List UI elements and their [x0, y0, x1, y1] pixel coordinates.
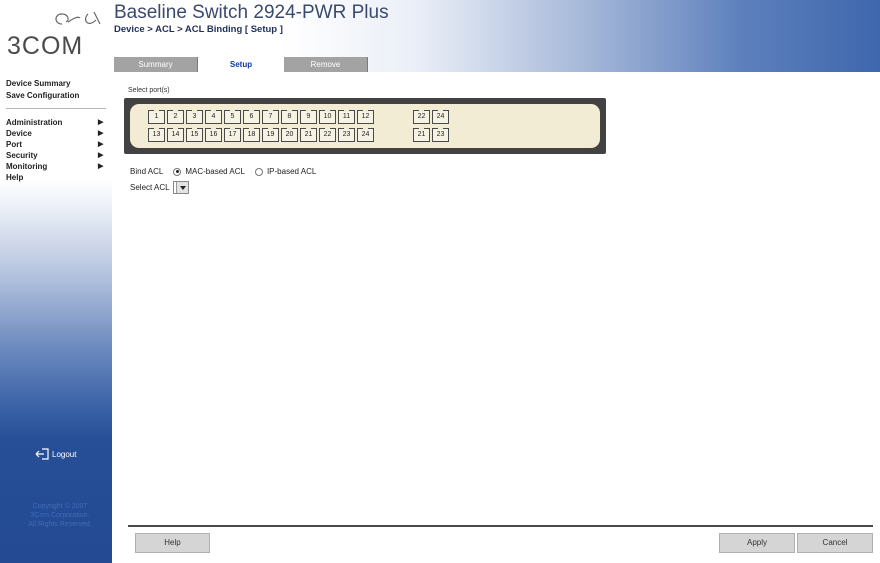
tab-bar: Summary Setup Remove — [112, 57, 880, 72]
breadcrumb: Device > ACL > ACL Binding [ Setup ] — [114, 24, 283, 35]
port-9[interactable]: 9 — [300, 110, 317, 124]
uplink-port-24[interactable]: 24 — [432, 110, 449, 124]
sidebar: 3COM Device Summary Save Configuration A… — [0, 0, 112, 563]
select-acl-dropdown[interactable] — [172, 181, 189, 194]
ip-based-acl-radio[interactable] — [254, 167, 263, 176]
uplink-port-23[interactable]: 23 — [432, 128, 449, 142]
page-title: Baseline Switch 2924-PWR Plus — [114, 2, 389, 23]
3com-logo-swirl-icon — [55, 11, 101, 25]
sidebar-item-port[interactable]: Port ▶ — [6, 139, 110, 150]
chevron-right-icon: ▶ — [98, 130, 104, 137]
logout-icon — [35, 448, 49, 460]
logout-label: Logout — [52, 449, 77, 459]
logo-text: 3COM — [7, 32, 84, 60]
tab-setup[interactable]: Setup — [199, 57, 283, 72]
chevron-right-icon: ▶ — [98, 152, 104, 159]
port-4[interactable]: 4 — [205, 110, 222, 124]
logout-button[interactable]: Logout — [35, 448, 76, 460]
select-acl-row: Select ACL — [130, 181, 189, 194]
port-selector-faceplate: 1 2 3 4 5 6 7 8 9 10 11 12 13 14 15 16 1… — [130, 104, 600, 148]
header: Baseline Switch 2924-PWR Plus Device > A… — [112, 0, 880, 72]
uplink-port-21[interactable]: 21 — [413, 128, 430, 142]
copyright-line: Copyright © 2007 — [32, 503, 88, 510]
port-18[interactable]: 18 — [243, 128, 260, 142]
bind-acl-label: Bind ACL — [130, 167, 164, 176]
chevron-right-icon: ▶ — [98, 119, 104, 126]
sidebar-item-administration[interactable]: Administration ▶ — [6, 117, 110, 128]
ip-based-acl-label[interactable]: IP-based ACL — [267, 167, 316, 176]
port-7[interactable]: 7 — [262, 110, 279, 124]
help-button[interactable]: Help — [135, 533, 210, 553]
port-1[interactable]: 1 — [148, 110, 165, 124]
port-22[interactable]: 22 — [319, 128, 336, 142]
select-ports-label: Select port(s) — [128, 87, 170, 94]
port-5[interactable]: 5 — [224, 110, 241, 124]
port-16[interactable]: 16 — [205, 128, 222, 142]
sidebar-item-label: Port — [6, 140, 22, 149]
select-acl-label: Select ACL — [130, 183, 170, 192]
sidebar-item-help[interactable]: Help — [6, 172, 110, 183]
sidebar-item-label: Monitoring — [6, 162, 48, 171]
cancel-button[interactable]: Cancel — [797, 533, 873, 553]
sidebar-item-device-summary[interactable]: Device Summary — [6, 78, 110, 90]
sidebar-divider — [6, 108, 106, 109]
sidebar-top-links: Device Summary Save Configuration — [6, 78, 110, 102]
copyright-line: 3Com Corporation. — [30, 512, 90, 519]
sidebar-menu: Administration ▶ Device ▶ Port ▶ Securit… — [6, 117, 110, 183]
copyright-line: All Rights Reserved. — [28, 521, 92, 528]
sidebar-item-label: Security — [6, 151, 38, 160]
port-23[interactable]: 23 — [338, 128, 355, 142]
apply-button[interactable]: Apply — [719, 533, 795, 553]
uplink-port-22[interactable]: 22 — [413, 110, 430, 124]
mac-based-acl-radio[interactable] — [173, 167, 182, 176]
port-8[interactable]: 8 — [281, 110, 298, 124]
port-3[interactable]: 3 — [186, 110, 203, 124]
footer-divider — [128, 525, 873, 527]
sidebar-item-label: Device — [6, 129, 32, 138]
sidebar-item-label: Help — [6, 173, 24, 182]
port-15[interactable]: 15 — [186, 128, 203, 142]
sidebar-item-security[interactable]: Security ▶ — [6, 150, 110, 161]
port-17[interactable]: 17 — [224, 128, 241, 142]
bind-acl-row: Bind ACL MAC-based ACL IP-based ACL — [130, 167, 316, 176]
copyright-notice: Copyright © 2007 3Com Corporation. All R… — [10, 502, 110, 529]
port-14[interactable]: 14 — [167, 128, 184, 142]
port-19[interactable]: 19 — [262, 128, 279, 142]
chevron-right-icon: ▶ — [98, 163, 104, 170]
port-12[interactable]: 12 — [357, 110, 374, 124]
port-6[interactable]: 6 — [243, 110, 260, 124]
port-2[interactable]: 2 — [167, 110, 184, 124]
port-13[interactable]: 13 — [148, 128, 165, 142]
sidebar-item-save-configuration[interactable]: Save Configuration — [6, 90, 110, 102]
sidebar-item-monitoring[interactable]: Monitoring ▶ — [6, 161, 110, 172]
chevron-right-icon: ▶ — [98, 141, 104, 148]
port-11[interactable]: 11 — [338, 110, 355, 124]
port-24[interactable]: 24 — [357, 128, 374, 142]
tab-remove[interactable]: Remove — [284, 57, 368, 72]
tab-summary[interactable]: Summary — [114, 57, 198, 72]
port-20[interactable]: 20 — [281, 128, 298, 142]
port-21[interactable]: 21 — [300, 128, 317, 142]
port-selector-panel: 1 2 3 4 5 6 7 8 9 10 11 12 13 14 15 16 1… — [124, 98, 606, 154]
mac-based-acl-label[interactable]: MAC-based ACL — [185, 167, 245, 176]
dropdown-arrow-icon[interactable] — [175, 182, 188, 193]
brand-logo[interactable]: 3COM — [4, 2, 108, 66]
sidebar-item-label: Administration — [6, 118, 63, 127]
sidebar-item-device[interactable]: Device ▶ — [6, 128, 110, 139]
port-10[interactable]: 10 — [319, 110, 336, 124]
